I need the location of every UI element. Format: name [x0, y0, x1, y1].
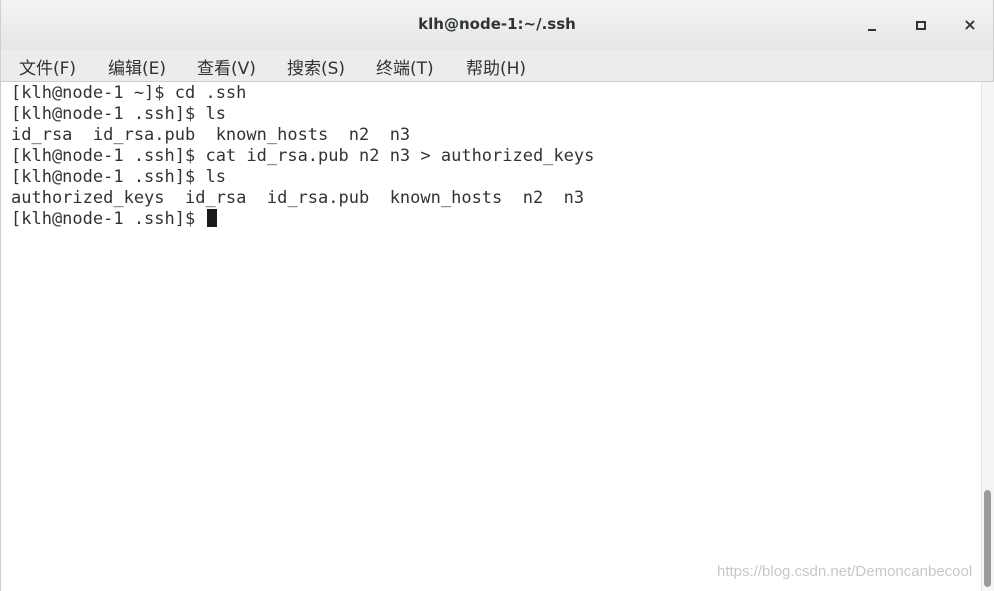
close-button[interactable]: ×: [955, 10, 985, 40]
menu-view[interactable]: 查看(V): [197, 54, 256, 79]
maximize-icon: [916, 20, 926, 30]
minimize-icon: [868, 29, 876, 31]
menu-file[interactable]: 文件(F): [19, 54, 76, 79]
watermark: https://blog.csdn.net/Demoncanbecool: [717, 563, 973, 580]
maximize-button[interactable]: [906, 10, 936, 40]
terminal-line: [klh@node-1 ~]$ cd .ssh: [11, 83, 247, 103]
menu-help[interactable]: 帮助(H): [466, 54, 526, 79]
menu-edit[interactable]: 编辑(E): [108, 54, 166, 79]
terminal-line: authorized_keys id_rsa id_rsa.pub known_…: [11, 188, 585, 208]
text-cursor: [207, 209, 218, 227]
prompt-text: [klh@node-1 .ssh]$: [11, 209, 206, 229]
terminal-window: klh@node-1:~/.ssh × 文件(F) 编辑(E) 查看(V) 搜索…: [0, 0, 994, 591]
window-title: klh@node-1:~/.ssh: [418, 15, 576, 33]
minimize-button[interactable]: [857, 10, 887, 40]
terminal-line: [klh@node-1 .ssh]$ ls: [11, 104, 226, 124]
menu-search[interactable]: 搜索(S): [287, 54, 345, 79]
terminal-line: [klh@node-1 .ssh]$ ls: [11, 167, 226, 187]
terminal-line: id_rsa id_rsa.pub known_hosts n2 n3: [11, 125, 411, 145]
title-bar[interactable]: klh@node-1:~/.ssh ×: [1, 0, 993, 50]
terminal-output[interactable]: [klh@node-1 ~]$ cd .ssh [klh@node-1 .ssh…: [1, 82, 981, 591]
menu-terminal[interactable]: 终端(T): [376, 54, 434, 79]
menu-bar: 文件(F) 编辑(E) 查看(V) 搜索(S) 终端(T) 帮助(H): [1, 50, 993, 82]
close-icon: ×: [963, 15, 977, 34]
prompt-line: [klh@node-1 .ssh]$: [11, 209, 218, 230]
terminal-line: [klh@node-1 .ssh]$ cat id_rsa.pub n2 n3 …: [11, 146, 595, 166]
scrollbar-thumb[interactable]: [984, 490, 991, 587]
